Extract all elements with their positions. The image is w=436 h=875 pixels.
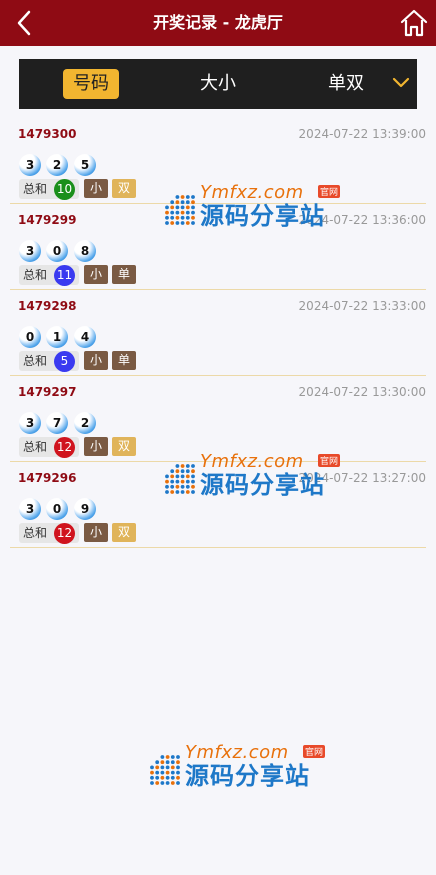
- watermark-logo: Ymfxz.com 官网 源码分享站: [164, 451, 354, 499]
- number-ball: 2: [74, 412, 96, 434]
- watermark-name: 源码分享站: [200, 471, 325, 499]
- page-title: 开奖记录 - 龙虎厅: [153, 13, 283, 32]
- watermark-name: 源码分享站: [185, 762, 310, 790]
- sum-badge: 总和 5: [19, 351, 79, 372]
- sum-label: 总和: [23, 526, 48, 540]
- tab-odd-even[interactable]: 单双: [323, 69, 369, 99]
- size-tag: 小: [84, 523, 108, 542]
- size-tag: 小: [84, 179, 108, 198]
- sum-value: 11: [54, 265, 75, 286]
- chevron-down-icon[interactable]: [391, 73, 411, 93]
- draw-time: 2024-07-22 13:39:00: [298, 127, 426, 141]
- number-ball: 0: [46, 498, 68, 520]
- dot-grid-icon: [165, 195, 195, 225]
- record-row[interactable]: 1479297 2024-07-22 13:30:00 3 7 2 总和 12 …: [10, 376, 426, 462]
- number-ball: 5: [74, 154, 96, 176]
- issue-number: 1479300: [18, 127, 77, 141]
- odd-even-tag: 双: [112, 179, 136, 198]
- number-ball: 3: [19, 154, 41, 176]
- watermark-logo: Ymfxz.com 官网 源码分享站: [164, 182, 354, 230]
- odd-even-tag: 双: [112, 523, 136, 542]
- sum-value: 10: [54, 179, 75, 200]
- tab-big-small[interactable]: 大小: [195, 69, 241, 99]
- number-ball: 1: [46, 326, 68, 348]
- odd-even-tag: 单: [112, 265, 136, 284]
- number-ball: 9: [74, 498, 96, 520]
- home-icon[interactable]: [398, 7, 430, 39]
- issue-number: 1479297: [18, 385, 77, 399]
- dot-grid-icon: [165, 464, 195, 494]
- issue-number: 1479296: [18, 471, 77, 485]
- number-ball: 8: [74, 240, 96, 262]
- record-row[interactable]: 1479298 2024-07-22 13:33:00 0 1 4 总和 5 小…: [10, 290, 426, 376]
- sum-value: 5: [54, 351, 75, 372]
- sum-label: 总和: [23, 440, 48, 454]
- header-bar: 开奖记录 - 龙虎厅: [0, 0, 436, 46]
- watermark-logo: Ymfxz.com 官网 源码分享站: [149, 742, 339, 790]
- sum-label: 总和: [23, 182, 48, 196]
- draw-time: 2024-07-22 13:33:00: [298, 299, 426, 313]
- size-tag: 小: [84, 437, 108, 456]
- watermark-name: 源码分享站: [200, 202, 325, 230]
- sum-value: 12: [54, 523, 75, 544]
- sum-value: 12: [54, 437, 75, 458]
- number-ball: 2: [46, 154, 68, 176]
- number-ball: 3: [19, 498, 41, 520]
- sum-label: 总和: [23, 268, 48, 282]
- issue-number: 1479299: [18, 213, 77, 227]
- dot-grid-icon: [150, 755, 180, 785]
- odd-even-tag: 单: [112, 351, 136, 370]
- sum-badge: 总和 12: [19, 437, 79, 458]
- sum-badge: 总和 11: [19, 265, 79, 286]
- number-ball: 7: [46, 412, 68, 434]
- number-ball: 3: [19, 240, 41, 262]
- size-tag: 小: [84, 351, 108, 370]
- issue-number: 1479298: [18, 299, 77, 313]
- number-ball: 4: [74, 326, 96, 348]
- number-ball: 0: [19, 326, 41, 348]
- number-ball: 0: [46, 240, 68, 262]
- draw-time: 2024-07-22 13:30:00: [298, 385, 426, 399]
- tab-bar: 号码 大小 单双: [19, 59, 417, 109]
- sum-label: 总和: [23, 354, 48, 368]
- tab-numbers[interactable]: 号码: [63, 69, 119, 99]
- sum-badge: 总和 10: [19, 179, 79, 200]
- size-tag: 小: [84, 265, 108, 284]
- odd-even-tag: 双: [112, 437, 136, 456]
- number-ball: 3: [19, 412, 41, 434]
- sum-badge: 总和 12: [19, 523, 79, 544]
